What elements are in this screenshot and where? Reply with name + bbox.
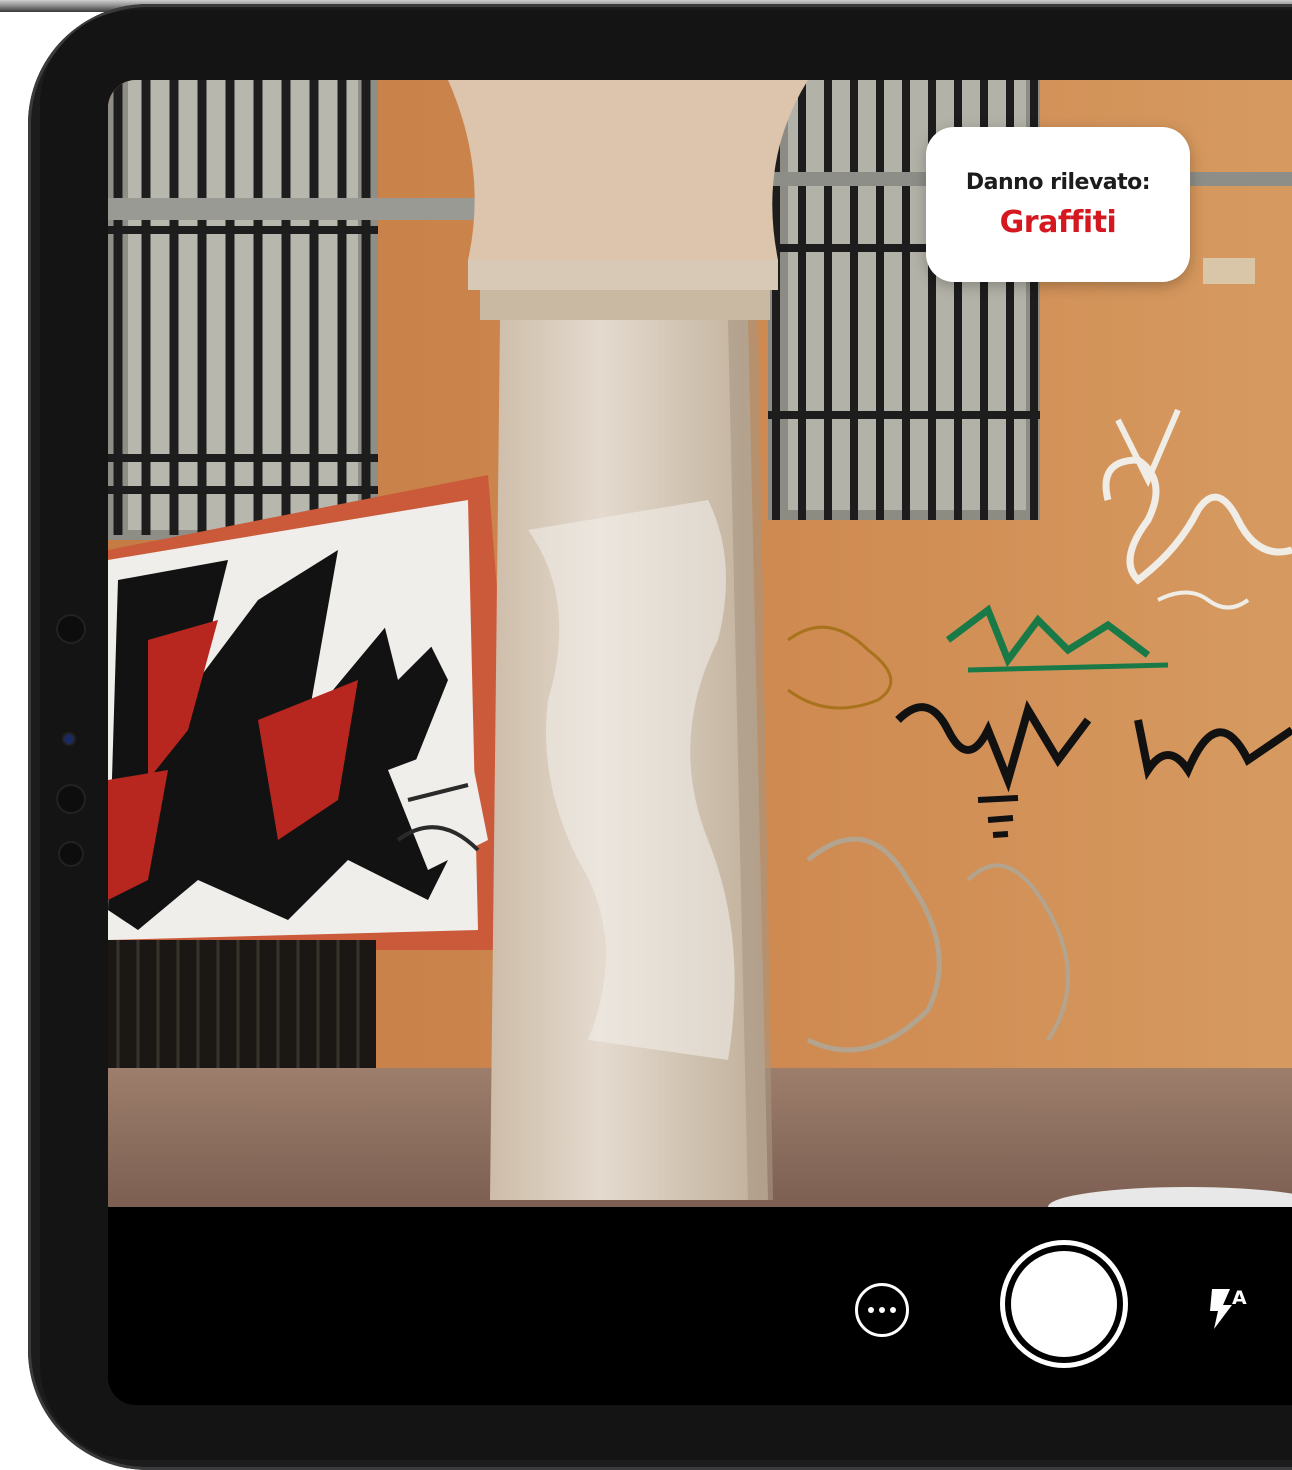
- dot: [890, 1307, 896, 1313]
- flash-auto-button[interactable]: A: [1208, 1287, 1258, 1335]
- damage-detected-toast: Danno rilevato: Graffiti: [926, 127, 1190, 282]
- sensor-dot-icon: [64, 734, 74, 744]
- dot: [868, 1307, 874, 1313]
- flash-auto-icon: [1210, 1289, 1232, 1329]
- flash-mode-label: A: [1232, 1287, 1247, 1309]
- sensor-icon: [60, 843, 82, 865]
- camera-screen: Danno rilevato: Graffiti A: [108, 80, 1292, 1405]
- sensor-icon: [58, 786, 84, 812]
- shutter-icon: [1011, 1251, 1117, 1357]
- camera-controls-bar: A: [108, 1207, 1292, 1405]
- damage-detected-label: Danno rilevato:: [965, 169, 1151, 195]
- front-camera-icon: [58, 616, 84, 642]
- shutter-button[interactable]: [1000, 1240, 1128, 1368]
- damage-type-value: Graffiti: [999, 204, 1117, 240]
- dot: [879, 1307, 885, 1313]
- camera-viewfinder: Danno rilevato: Graffiti: [108, 80, 1292, 1207]
- ellipsis-circle-icon[interactable]: [855, 1283, 909, 1337]
